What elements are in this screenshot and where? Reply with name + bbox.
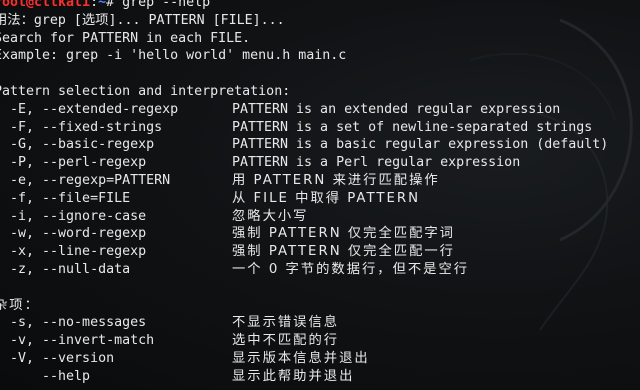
- prompt-symbol: #: [106, 0, 123, 10]
- section-title-pattern-selection: Pattern selection and interpretation:: [0, 83, 291, 99]
- prompt-path: ~: [98, 0, 107, 10]
- option-description: PATTERN is a Perl regular expression: [232, 155, 521, 171]
- prompt-separator: :: [90, 0, 99, 10]
- option-description: 一个 0 字节的数据行，但不是空行: [232, 261, 470, 277]
- option-description: 不显示错误信息: [232, 315, 340, 331]
- option-flag: -z, --null-data: [0, 261, 131, 277]
- description-line: Search for PATTERN in each FILE.: [0, 30, 251, 46]
- option-description: 显示此帮助并退出: [232, 368, 355, 384]
- option-description: 从 FILE 中取得 PATTERN: [232, 190, 421, 206]
- option-description: 显示版本信息并退出: [232, 350, 370, 366]
- option-description: 用 PATTERN 来进行匹配操作: [232, 172, 440, 188]
- option-description: 忽略大小写: [232, 208, 309, 224]
- option-flag: --help: [0, 368, 91, 384]
- option-flag: -w, --word-regexp: [0, 226, 147, 242]
- terminal-window[interactable]: root@cttkali:~# grep --help 用法：grep [选项]…: [0, 0, 640, 390]
- option-row: -i, --ignore-case 忽略大小写: [0, 208, 640, 226]
- option-row: -V, --version 显示版本信息并退出: [0, 350, 640, 368]
- prompt-line: root@cttkali:~# grep --help: [0, 0, 640, 12]
- option-flag: -F, --fixed-strings: [0, 119, 163, 135]
- section-title-misc: 杂项：: [0, 297, 40, 313]
- option-description: PATTERN is a basic regular expression (d…: [232, 137, 609, 153]
- option-flag: -P, --perl-regexp: [0, 155, 147, 171]
- option-description: 选中不匹配的行: [232, 333, 340, 349]
- option-row: -s, --no-messages 不显示错误信息: [0, 314, 640, 332]
- terminal-output: root@cttkali:~# grep --help 用法：grep [选项]…: [0, 0, 640, 386]
- usage-line: 用法：grep [选项]... PATTERN [FILE]...: [0, 12, 285, 28]
- option-flag: -V, --version: [0, 350, 115, 366]
- option-description: PATTERN is an extended regular expressio…: [232, 101, 561, 117]
- option-row: -f, --file=FILE 从 FILE 中取得 PATTERN: [0, 190, 640, 208]
- option-flag: -s, --no-messages: [0, 315, 147, 331]
- option-row: --help 显示此帮助并退出: [0, 368, 640, 386]
- option-flag: -G, --basic-regexp: [0, 137, 155, 153]
- option-row: -G, --basic-regexp PATTERN is a basic reg…: [0, 136, 640, 154]
- option-row: -e, --regexp=PATTERN 用 PATTERN 来进行匹配操作: [0, 172, 640, 190]
- option-row: -x, --line-regexp 强制 PATTERN 仅完全匹配一行: [0, 243, 640, 261]
- option-description: 强制 PATTERN 仅完全匹配一行: [232, 244, 455, 260]
- example-line: Example: grep -i 'hello world' menu.h ma…: [0, 48, 347, 64]
- option-row: -v, --invert-match 选中不匹配的行: [0, 332, 640, 350]
- option-row: -w, --word-regexp 强制 PATTERN 仅完全匹配字词: [0, 225, 640, 243]
- prompt-command: grep --help: [122, 0, 211, 10]
- option-description: PATTERN is a set of newline-separated st…: [232, 119, 593, 135]
- option-description: 强制 PATTERN 仅完全匹配字词: [232, 226, 455, 242]
- option-flag: -f, --file=FILE: [0, 190, 131, 206]
- option-flag: -i, --ignore-case: [0, 208, 147, 224]
- option-row: -F, --fixed-strings PATTERN is a set of n…: [0, 119, 640, 137]
- option-row: -P, --perl-regexp PATTERN is a Perl regul…: [0, 154, 640, 172]
- option-row: -E, --extended-regexp PATTERN is an exten…: [0, 101, 640, 119]
- prompt-user-host: root@cttkali: [0, 0, 91, 10]
- option-flag: -e, --regexp=PATTERN: [0, 172, 171, 188]
- option-row: -z, --null-data 一个 0 字节的数据行，但不是空行: [0, 261, 640, 279]
- option-flag: -v, --invert-match: [0, 333, 155, 349]
- option-flag: -E, --extended-regexp: [0, 101, 179, 117]
- option-flag: -x, --line-regexp: [0, 244, 147, 260]
